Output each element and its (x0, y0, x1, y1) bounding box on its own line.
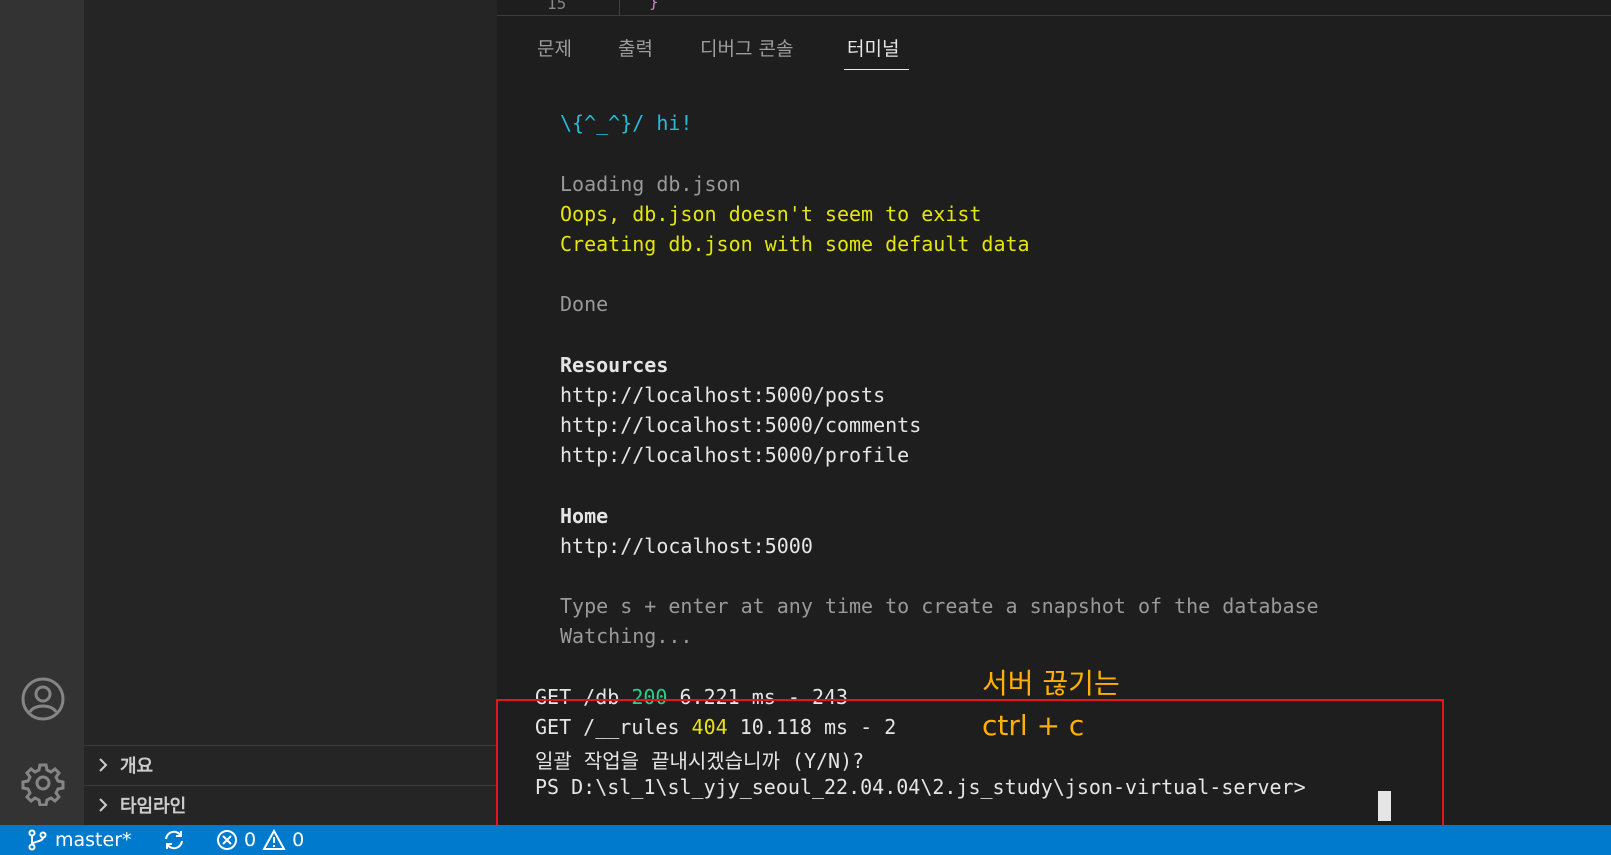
terminal-line: Creating db.json with some default data (560, 232, 1030, 256)
sidebar-section-label: 개요 (120, 756, 154, 777)
tab-debug-console[interactable]: 디버그 콘솔 (700, 34, 793, 61)
sync-icon (165, 830, 183, 850)
panel-tab-bar: 문제 출력 디버그 콘솔 터미널 (497, 16, 1611, 72)
chevron-right-icon (99, 798, 108, 812)
git-branch-icon (28, 829, 47, 851)
active-tab-indicator (844, 69, 909, 70)
line-number: 15 (547, 0, 567, 13)
tab-problems[interactable]: 문제 (537, 34, 572, 61)
chevron-right-icon (99, 758, 108, 772)
warning-icon (262, 829, 286, 850)
terminal-line: Oops, db.json doesn't seem to exist (560, 202, 982, 226)
terminal-url[interactable]: http://localhost:5000/posts (560, 383, 885, 407)
sidebar: 개요 타임라인 (84, 0, 497, 825)
terminal-url[interactable]: http://localhost:5000/profile (560, 443, 909, 467)
sidebar-section-timeline[interactable]: 타임라인 (84, 785, 497, 824)
terminal-banner: \{^_^}/ hi! (560, 111, 693, 135)
sidebar-section-outline[interactable]: 개요 (84, 745, 497, 784)
terminal-heading: Home (560, 504, 609, 528)
error-icon (217, 830, 237, 850)
sync-button[interactable] (162, 829, 192, 851)
terminal-line: Watching... (560, 624, 693, 648)
sidebar-section-label: 타임라인 (120, 796, 187, 817)
warning-count: 0 (292, 829, 305, 851)
problems-indicator[interactable]: 0 0 (216, 829, 304, 851)
code-fragment: } (649, 0, 659, 11)
annotation-text: ctrl + c (982, 709, 1085, 742)
error-count: 0 (244, 829, 257, 851)
branch-name: master* (55, 829, 132, 851)
terminal-line: Done (560, 292, 609, 316)
terminal-line: Type s + enter at any time to create a s… (560, 594, 1319, 618)
account-icon[interactable] (20, 676, 66, 722)
terminal-heading: Resources (560, 353, 669, 377)
annotation-text: 서버 끊기는 (982, 667, 1120, 700)
tab-terminal[interactable]: 터미널 (847, 34, 899, 61)
editor-area[interactable]: 15 } (497, 0, 1611, 16)
terminal-url[interactable]: http://localhost:5000/comments (560, 413, 921, 437)
status-bar: master* 0 0 (0, 825, 1611, 855)
terminal-url[interactable]: http://localhost:5000 (560, 534, 813, 558)
gear-icon[interactable] (20, 760, 66, 807)
gutter-divider (619, 0, 620, 15)
activity-bar (0, 0, 84, 825)
branch-indicator[interactable]: master* (27, 829, 132, 851)
terminal-line: Loading db.json (560, 172, 741, 196)
tab-output[interactable]: 출력 (618, 34, 653, 61)
